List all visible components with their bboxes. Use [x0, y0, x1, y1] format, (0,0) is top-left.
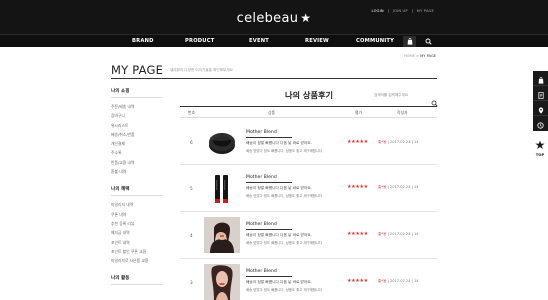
nav-brand[interactable]: BRAND: [132, 38, 154, 44]
rating-stars: ★★★★★: [347, 139, 368, 145]
page-title: MY PAGE: [111, 63, 164, 77]
sidebar-item[interactable]: 주문/배송 내역: [111, 102, 163, 111]
review-subtext: 배송 받았다 정도 빠릅니다, 상품도 좋고 재구매합니다: [246, 194, 323, 198]
product-thumbnail[interactable]: [204, 124, 240, 160]
review-text: 배송이 정말 빠릅니다 다음 날 바로 받아요.: [246, 280, 312, 284]
review-text: 배송이 정말 빠릅니다 다음 날 바로 받아요.: [246, 141, 312, 145]
review-date: 2017.02.24: [389, 185, 411, 189]
sidebar-group-title: 나의 쇼핑: [111, 88, 163, 98]
review-search-input[interactable]: 검색어를 입력해주세요: [374, 93, 408, 98]
review-author: 홍*동: [378, 279, 387, 283]
review-subtext: 배송 받았다 정도 빠릅니다, 상품도 좋고 재구매합니다: [246, 241, 323, 245]
sidebar: 나의 쇼핑 주문/배송 내역 장바구니 위시리스트 배송/취소/반품 개인결제 …: [111, 88, 163, 289]
review-subtext: 배송 받았다 정도 빠릅니다, 상품도 좋고 재구매합니다: [246, 288, 323, 292]
rating-stars: ★★★★★: [347, 184, 368, 190]
nav-community[interactable]: COMMUNITY: [356, 38, 394, 44]
reviews-title: 나의 상품후기: [285, 90, 334, 100]
col-rating: 평가: [355, 110, 362, 115]
nav-product[interactable]: PRODUCT: [185, 38, 214, 44]
cart-icon[interactable]: [403, 36, 416, 47]
product-brand: Mother Blend: [246, 269, 277, 274]
review-count: 14: [414, 232, 419, 236]
breadcrumb: HOME > MY PAGE: [403, 54, 436, 58]
sidebar-item[interactable]: 장바구니: [111, 111, 163, 120]
review-meta: 홍*동 | 2017.02.24 | 14: [378, 185, 419, 189]
review-author: 홍*동: [378, 185, 387, 189]
col-product: 상품: [268, 110, 275, 115]
sidebar-item[interactable]: 주소록: [111, 148, 163, 157]
review-date: 2017.02.24: [389, 279, 411, 283]
sidebar-item[interactable]: 개인결제: [111, 139, 163, 148]
sidebar-item[interactable]: 예치금 내역: [111, 228, 163, 237]
quick-recent-button[interactable]: [533, 116, 548, 131]
rating-stars: ★★★★★: [347, 278, 368, 284]
sidebar-item[interactable]: 배송/취소/반품: [111, 130, 163, 139]
review-number: 3: [190, 280, 193, 285]
review-date: 2017.02.24: [389, 140, 411, 144]
sidebar-item[interactable]: 위시리스트: [111, 121, 163, 130]
col-number: 번호: [188, 110, 195, 115]
site-header: LOGIN JOIN UP MY PAGE celebeau ★ BRAND PR…: [0, 0, 548, 47]
review-count: 14: [414, 185, 419, 189]
nav-review[interactable]: REVIEW: [305, 38, 329, 44]
logo-star-icon: ★: [300, 11, 312, 25]
sidebar-item[interactable]: 마일리지 내역: [111, 200, 163, 209]
breadcrumb-home[interactable]: HOME: [404, 54, 415, 58]
rating-stars: ★★★★★: [347, 231, 368, 237]
product-brand: Mother Blend: [246, 175, 277, 180]
sidebar-item[interactable]: 포인트 할인 쿠폰 교환: [111, 247, 163, 256]
sidebar-group-title: 나의 혜택: [111, 186, 163, 197]
col-author: 작성자: [397, 110, 408, 115]
nav-event[interactable]: EVENT: [249, 38, 269, 44]
review-meta: 홍*동 | 2017.02.24 | 14: [378, 140, 419, 144]
product-thumbnail[interactable]: [204, 264, 240, 300]
review-count: 14: [414, 140, 419, 144]
sidebar-item[interactable]: 추천 등록 리뷰: [111, 219, 163, 228]
review-date: 2017.02.24: [389, 232, 411, 236]
clock-icon: [537, 114, 544, 133]
quick-menu: [533, 71, 548, 131]
review-count: 14: [414, 279, 419, 283]
star-icon: ★: [534, 138, 546, 152]
review-meta: 홍*동 | 2017.02.24 | 14: [378, 279, 419, 283]
sidebar-item[interactable]: 반품/교환 내역: [111, 158, 163, 167]
sidebar-group-title: 나의 활동: [111, 275, 163, 286]
table-row[interactable]: 3 Mother Blend 배송이 정말 빠릅니다 다음 날 바로 받아요. …: [180, 259, 437, 300]
sidebar-item[interactable]: 포인트 내역: [111, 238, 163, 247]
table-row[interactable]: 6 Mother Blend 배송이 정말 빠릅니다 다음 날 바로 받아요. …: [180, 118, 437, 165]
logo-text: celebeau: [236, 11, 299, 26]
review-author: 홍*동: [378, 232, 387, 236]
review-number: 4: [190, 233, 193, 238]
back-to-top-button[interactable]: ★ TOP: [532, 134, 548, 157]
review-author: 홍*동: [378, 140, 387, 144]
table-header: 번호 상품 평가 작성자: [180, 106, 437, 118]
table-row[interactable]: 4 Mother Blend 배송이 정말 빠릅니다 다음 날 바로 받아요. …: [180, 212, 437, 259]
main-nav: BRAND PRODUCT EVENT REVIEW COMMUNITY: [0, 34, 548, 47]
product-brand: Mother Blend: [246, 222, 277, 227]
review-number: 5: [190, 186, 193, 191]
sidebar-item[interactable]: 환불 내역: [111, 167, 163, 176]
page-subtitle: 셀레뷰의 다양한 이야기들을 확인해보세요: [170, 68, 233, 72]
review-text: 배송이 정말 빠릅니다 다음 날 바로 받아요.: [246, 233, 312, 237]
top-label: TOP: [535, 152, 545, 157]
sidebar-item[interactable]: 쿠폰 내역: [111, 210, 163, 219]
product-thumbnail[interactable]: [204, 171, 240, 207]
table-row[interactable]: 5 Mother Blend 배송이 정말 빠릅니다 다음 날 바로 받아요. …: [180, 165, 437, 212]
sidebar-item[interactable]: 마일리지로 사은품 교환: [111, 256, 163, 265]
review-text: 배송이 정말 빠릅니다 다음 날 바로 받아요.: [246, 186, 312, 190]
search-icon[interactable]: [422, 36, 435, 47]
product-brand: Mother Blend: [246, 130, 277, 135]
breadcrumb-current: MY PAGE: [420, 54, 436, 58]
title-divider: [111, 78, 437, 79]
review-subtext: 배송 받았다 정도 빠릅니다, 상품도 좋고 재구매합니다: [246, 149, 323, 153]
review-number: 6: [190, 140, 193, 145]
review-meta: 홍*동 | 2017.02.24 | 14: [378, 232, 419, 236]
site-logo[interactable]: celebeau ★: [0, 11, 548, 26]
product-thumbnail[interactable]: [204, 217, 240, 253]
